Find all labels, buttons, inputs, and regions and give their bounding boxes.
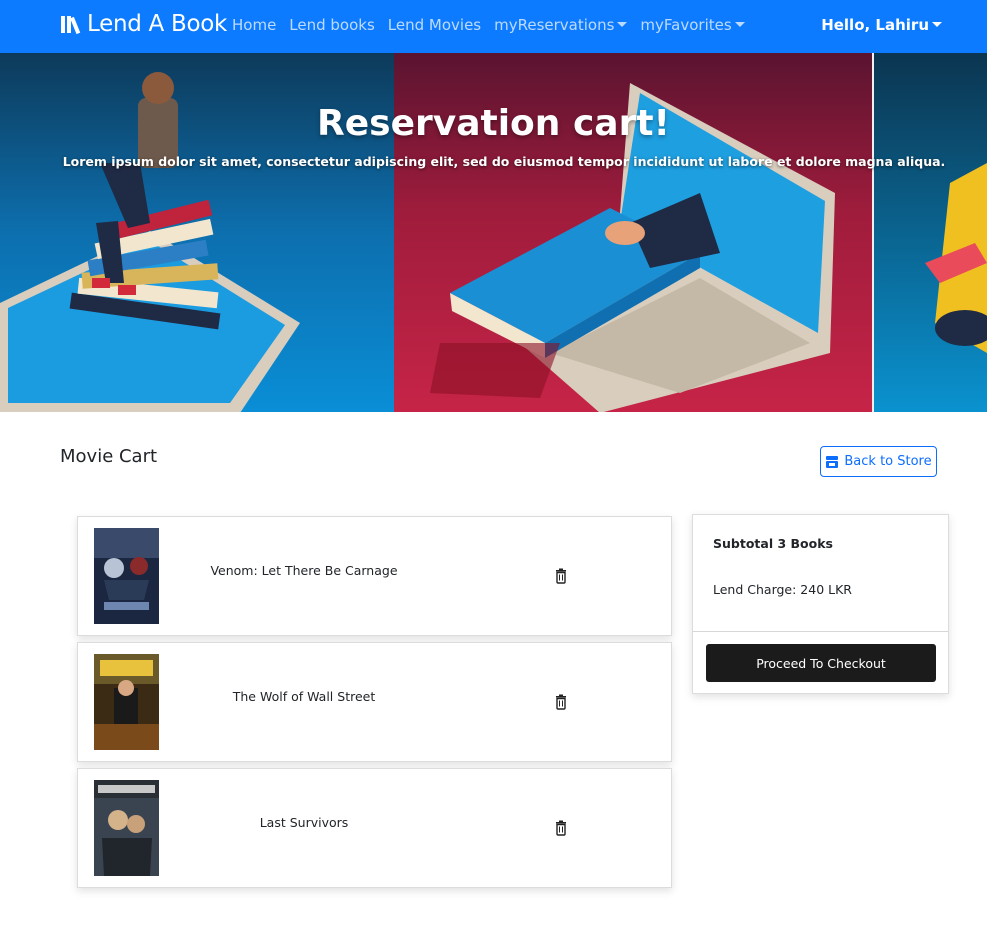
back-to-store-label: Back to Store [844, 454, 932, 469]
lend-charge-text: Lend Charge: 240 LKR [713, 582, 852, 597]
hero-subtitle: Lorem ipsum dolor sit amet, consectetur … [62, 154, 946, 169]
divider [693, 631, 948, 632]
order-summary-card: Subtotal 3 Books Lend Charge: 240 LKR Pr… [692, 514, 949, 694]
books-icon [61, 16, 81, 35]
proceed-to-checkout-button[interactable]: Proceed To Checkout [706, 644, 936, 682]
user-menu-dropdown[interactable]: Hello, Lahiru [821, 16, 942, 34]
caret-down-icon [734, 22, 745, 27]
brand-logo[interactable]: Lend A Book [60, 11, 227, 37]
brand-name: Lend A Book [87, 11, 228, 37]
hero-title: Reservation cart! [317, 103, 670, 144]
user-greeting: Hello, Lahiru [821, 16, 929, 34]
back-to-store-button[interactable]: Back to Store [820, 446, 937, 477]
hero-banner: Reservation cart! Lorem ipsum dolor sit … [0, 53, 987, 412]
cart-item: Last Survivors [77, 768, 672, 888]
venom-poster [94, 528, 159, 624]
nav-my-reservations[interactable]: myReservations [494, 16, 628, 34]
subtotal-text: Subtotal 3 Books [713, 536, 833, 551]
nav-lend-books[interactable]: Lend books [289, 16, 375, 34]
cart-item: Venom: Let There Be Carnage [77, 516, 672, 636]
trash-icon[interactable] [553, 820, 569, 836]
caret-down-icon [932, 22, 942, 27]
wolf-poster [94, 654, 159, 750]
trash-icon[interactable] [553, 694, 569, 710]
caret-down-icon [617, 22, 628, 27]
store-icon [826, 455, 839, 468]
cart-item-title: The Wolf of Wall Street [232, 689, 376, 704]
trash-icon[interactable] [553, 568, 569, 584]
survivors-poster [94, 780, 159, 876]
cart-item: The Wolf of Wall Street [77, 642, 672, 762]
nav-home[interactable]: Home [232, 16, 276, 34]
nav-lend-movies[interactable]: Lend Movies [388, 16, 481, 34]
nav-my-reservations-label: myReservations [494, 16, 615, 34]
nav-my-favorites-label: myFavorites [640, 16, 732, 34]
nav-my-favorites[interactable]: myFavorites [640, 16, 745, 34]
cart-item-title: Last Survivors [259, 815, 349, 830]
cart-item-title: Venom: Let There Be Carnage [210, 563, 398, 578]
cart-title: Movie Cart [60, 446, 158, 467]
top-navbar: Lend A Book Home Lend books Lend Movies … [0, 0, 987, 53]
